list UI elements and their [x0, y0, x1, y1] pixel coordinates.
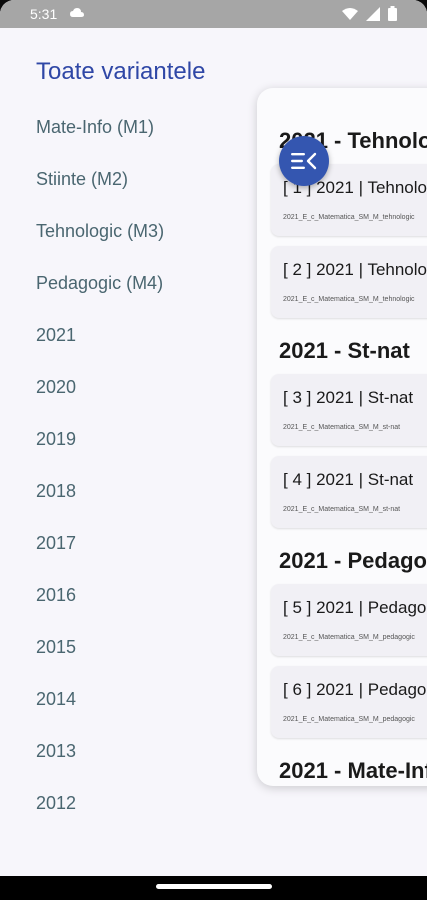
variant-card-5[interactable]: [ 5 ] 2021 | Pedagogic 2021_E_c_Matemati… — [271, 584, 427, 656]
drawer-item-year-2018[interactable]: 2018 — [36, 481, 76, 502]
menu-toggle-button[interactable] — [279, 136, 329, 186]
variant-title: [ 5 ] 2021 | Pedagogic — [283, 598, 427, 617]
drawer-item-year-2014[interactable]: 2014 — [36, 689, 76, 710]
variant-card-2[interactable]: [ 2 ] 2021 | Tehnologic 2021_E_c_Matemat… — [271, 246, 427, 318]
variant-file-name: 2021_E_c_Matematica_SM_M_st-nat — [283, 424, 401, 431]
cloud-icon — [70, 8, 84, 17]
drawer-item-year-2020[interactable]: 2020 — [36, 377, 76, 398]
variant-file-name: 2021_E_c_Matematica_SM_M_tehnologic — [283, 214, 415, 221]
variant-title: [ 6 ] 2021 | Pedagogic — [283, 680, 427, 699]
drawer-title: Toate variantele — [36, 58, 206, 85]
drawer-item-year-2017[interactable]: 2017 — [36, 533, 76, 554]
variant-file-name: 2021_E_c_Matematica_SM_M_pedagogic — [283, 634, 415, 641]
app-screen: 5:31 Toate variantele Mate-Info (M1) Sti… — [0, 0, 427, 900]
variant-card-6[interactable]: [ 6 ] 2021 | Pedagogic 2021_E_c_Matemati… — [271, 666, 427, 738]
drawer-item-stiinte[interactable]: Stiinte (M2) — [36, 169, 128, 190]
status-bar: 5:31 — [0, 0, 427, 28]
section-title-pedagogic: 2021 - Pedagogic — [279, 548, 427, 573]
section-title-mate-info: 2021 - Mate-Info — [279, 758, 427, 783]
variant-title: [ 4 ] 2021 | St-nat — [283, 470, 414, 489]
drawer-item-year-2016[interactable]: 2016 — [36, 585, 76, 606]
variant-file-name: 2021_E_c_Matematica_SM_M_pedagogic — [283, 716, 415, 723]
drawer-item-year-2021[interactable]: 2021 — [36, 325, 76, 346]
variants-list-panel[interactable]: 2021 - Tehnologic [ 1 ] 2021 | Tehnologi… — [257, 88, 427, 786]
home-indicator[interactable] — [156, 884, 272, 889]
wifi-icon — [342, 7, 358, 20]
drawer-item-year-2015[interactable]: 2015 — [36, 637, 76, 658]
status-time: 5:31 — [30, 6, 58, 22]
drawer-item-pedagogic[interactable]: Pedagogic (M4) — [36, 273, 163, 294]
drawer-item-year-2012[interactable]: 2012 — [36, 793, 76, 814]
drawer-item-year-2019[interactable]: 2019 — [36, 429, 76, 450]
signal-icon — [366, 6, 380, 21]
section-title-st-nat: 2021 - St-nat — [279, 338, 410, 363]
menu-collapse-icon — [291, 152, 317, 170]
drawer-item-year-2013[interactable]: 2013 — [36, 741, 76, 762]
status-icons — [342, 6, 397, 21]
drawer-item-mate-info[interactable]: Mate-Info (M1) — [36, 117, 154, 138]
variant-card-4[interactable]: [ 4 ] 2021 | St-nat 2021_E_c_Matematica_… — [271, 456, 427, 528]
variant-title: [ 2 ] 2021 | Tehnologic — [283, 260, 427, 279]
drawer-item-tehnologic[interactable]: Tehnologic (M3) — [36, 221, 164, 242]
variant-title: [ 3 ] 2021 | St-nat — [283, 388, 414, 407]
variant-file-name: 2021_E_c_Matematica_SM_M_st-nat — [283, 506, 401, 513]
variant-file-name: 2021_E_c_Matematica_SM_M_tehnologic — [283, 296, 415, 303]
battery-icon — [388, 6, 397, 21]
variant-card-3[interactable]: [ 3 ] 2021 | St-nat 2021_E_c_Matematica_… — [271, 374, 427, 446]
